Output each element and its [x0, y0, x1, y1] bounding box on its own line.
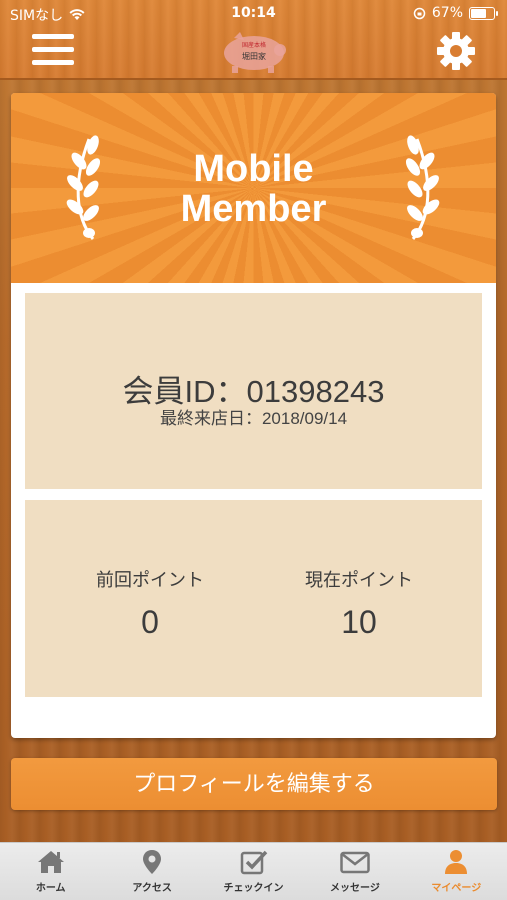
menu-button[interactable]	[32, 34, 74, 70]
tab-message[interactable]: メッセージ	[304, 843, 405, 900]
tab-mypage-label: マイページ	[431, 883, 482, 894]
tab-bar: ホーム アクセス チェックイン メッセージ マイページ	[0, 842, 507, 900]
edit-profile-button[interactable]: プロフィールを編集する	[11, 758, 497, 810]
points-panel: 前回ポイント 0 現在ポイント 10	[25, 500, 482, 697]
tab-home[interactable]: ホーム	[0, 843, 101, 900]
user-icon	[445, 850, 468, 874]
tab-mypage[interactable]: マイページ	[406, 843, 507, 900]
tab-access-label: アクセス	[132, 883, 172, 894]
mail-icon	[340, 851, 370, 874]
tab-message-label: メッセージ	[330, 883, 380, 894]
checkin-icon	[240, 850, 267, 875]
app-header: SIMなし 10:14 67% 国産本格 堀田家	[0, 0, 507, 80]
status-bar: SIMなし 10:14 67%	[0, 0, 507, 26]
map-pin-icon	[143, 850, 162, 874]
previous-points-label: 前回ポイント	[96, 570, 204, 590]
orientation-lock-icon	[413, 7, 426, 19]
settings-gear-icon[interactable]	[435, 30, 477, 72]
battery-percent: 67%	[431, 5, 463, 21]
logo-subtitle: 国産本格	[242, 41, 266, 49]
last-visit-date: 最終来店日：2018/09/14	[159, 409, 348, 428]
home-icon	[37, 851, 64, 873]
current-points: 現在ポイント 10	[259, 566, 459, 641]
current-points-value: 10	[341, 604, 377, 640]
previous-points: 前回ポイント 0	[50, 566, 250, 641]
member-card: Mobile Member 会員ID：01398243 最終来店日：2018/0…	[11, 93, 496, 738]
hamburger-icon	[32, 34, 74, 39]
member-banner: Mobile Member	[11, 93, 496, 283]
tab-home-label: ホーム	[35, 883, 66, 894]
battery-icon	[469, 6, 498, 20]
previous-points-value: 0	[141, 604, 159, 640]
tab-access[interactable]: アクセス	[101, 843, 202, 900]
logo-title: 堀田家	[242, 51, 266, 61]
laurel-right-icon	[405, 135, 440, 240]
tab-checkin-label: チェックイン	[223, 883, 284, 894]
member-id-panel: 会員ID：01398243 最終来店日：2018/09/14	[25, 293, 482, 489]
current-points-label: 現在ポイント	[305, 570, 413, 590]
tab-checkin[interactable]: チェックイン	[203, 843, 304, 900]
shop-logo: 国産本格 堀田家	[224, 32, 286, 73]
